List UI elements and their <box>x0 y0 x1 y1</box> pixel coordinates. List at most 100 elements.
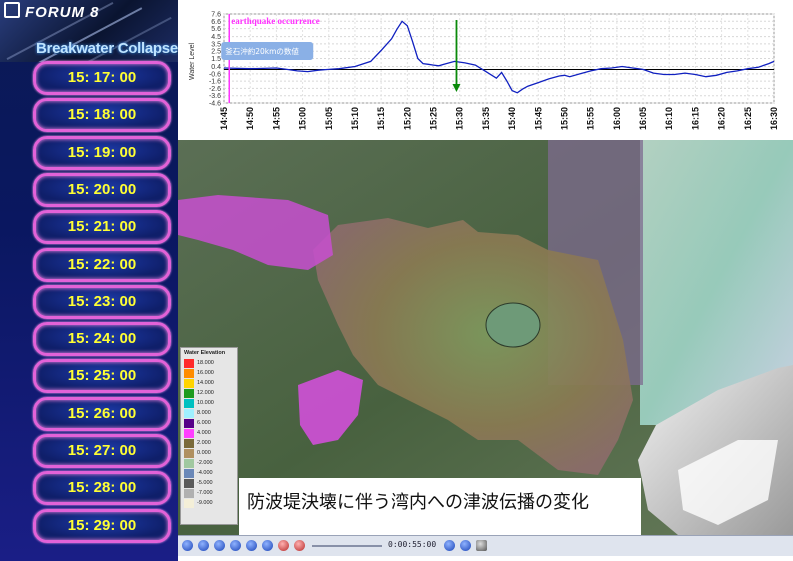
legend-row: -2.000 <box>181 458 237 468</box>
legend-label: 18.000 <box>197 360 214 366</box>
legend-row: 4.000 <box>181 428 237 438</box>
y-tick-label: -1.6 <box>209 79 221 86</box>
forum8-logo-icon <box>4 2 20 18</box>
play-icon[interactable] <box>230 540 241 551</box>
legend-title: Water Elevation <box>184 350 226 356</box>
y-tick-label: 3.5 <box>211 41 221 48</box>
time-readout: 0:00:55:00 <box>388 540 437 549</box>
zoom-out-icon[interactable] <box>460 540 471 551</box>
y-axis-label: Water Level <box>189 42 196 80</box>
legend-label: -2.000 <box>197 460 213 466</box>
legend-label: 12.000 <box>197 390 214 396</box>
legend-label: 0.000 <box>197 450 211 456</box>
legend-label: -4.000 <box>197 470 213 476</box>
bay-shoal <box>485 302 541 348</box>
legend-swatch <box>184 438 194 448</box>
x-tick-label: 15:00 <box>298 107 308 130</box>
earthquake-annotation: earthquake occurrence <box>231 16 320 26</box>
y-tick-label: 5.6 <box>211 26 221 33</box>
x-tick-label: 16:15 <box>690 107 700 130</box>
legend-swatch <box>184 388 194 398</box>
legend-label: -9.000 <box>197 500 213 506</box>
x-tick-label: 15:55 <box>586 107 596 130</box>
left-panel: FORUM 8 Breakwater Collapse 15: 17: 00 15… <box>0 0 178 561</box>
legend-swatch <box>184 428 194 438</box>
legend-swatch <box>184 378 194 388</box>
time-button-11[interactable]: 15: 28: 00 <box>33 471 171 506</box>
play-reverse-icon[interactable] <box>214 540 225 551</box>
timeline-slider[interactable] <box>312 545 382 547</box>
loop-icon[interactable] <box>294 540 305 551</box>
step-back-icon[interactable] <box>198 540 209 551</box>
panel-title: Breakwater Collapse <box>36 40 178 57</box>
x-tick-label: 16:25 <box>743 107 753 130</box>
zoom-in-icon[interactable] <box>444 540 455 551</box>
x-tick-label: 15:50 <box>559 107 569 130</box>
legend-row: 16.000 <box>181 368 237 378</box>
legend-swatch <box>184 358 194 368</box>
tsunami-map <box>178 140 793 535</box>
legend-label: 4.000 <box>197 430 211 436</box>
time-button-10[interactable]: 15: 27: 00 <box>33 434 171 468</box>
x-tick-label: 15:40 <box>507 107 517 130</box>
y-tick-label: 2.5 <box>211 49 221 56</box>
time-button-12[interactable]: 15: 29: 00 <box>33 508 171 543</box>
record-icon[interactable] <box>278 540 289 551</box>
legend-row: 10.000 <box>181 398 237 408</box>
x-tick-label: 15:15 <box>376 107 386 130</box>
legend-swatch <box>184 368 194 378</box>
y-tick-label: -3.6 <box>209 93 221 100</box>
legend-swatch <box>184 398 194 408</box>
y-tick-label: 0.4 <box>211 64 221 71</box>
x-tick-label: 15:30 <box>455 107 465 130</box>
legend-swatch <box>184 448 194 458</box>
water-elevation-legend: Water Elevation 18.000 16.000 14.000 12.000… <box>180 347 238 525</box>
legend-row: 6.000 <box>181 418 237 428</box>
legend-label: 14.000 <box>197 380 214 386</box>
playback-toolbar: 0:00:55:00 <box>178 535 793 556</box>
legend-swatch <box>184 478 194 488</box>
legend-label: 8.000 <box>197 410 211 416</box>
legend-label: 6.000 <box>197 420 211 426</box>
last-frame-icon[interactable] <box>262 540 273 551</box>
time-button-9[interactable]: 15: 26: 00 <box>33 396 171 431</box>
x-tick-label: 15:45 <box>533 107 543 130</box>
y-tick-label: 4.5 <box>211 34 221 41</box>
time-button-8[interactable]: 15: 25: 00 <box>33 359 171 394</box>
brand-logo: FORUM 8 <box>4 2 100 21</box>
step-forward-icon[interactable] <box>246 540 257 551</box>
legend-row: 2.000 <box>181 438 237 448</box>
time-button-6[interactable]: 15: 23: 00 <box>33 284 171 319</box>
time-button-4[interactable]: 15: 21: 00 <box>33 210 171 245</box>
x-tick-label: 15:25 <box>429 107 439 130</box>
legend-swatch <box>184 418 194 428</box>
x-tick-label: 14:50 <box>245 107 255 130</box>
legend-label: -5.000 <box>197 480 213 486</box>
legend-row: 14.000 <box>181 378 237 388</box>
legend-row: 8.000 <box>181 408 237 418</box>
time-button-0[interactable]: 15: 17: 00 <box>33 61 171 95</box>
legend-swatch <box>184 458 194 468</box>
chart-x-ticks: 14:45 14:50 14:55 15:00 15:05 15:10 15:15 15:20… <box>219 107 779 130</box>
map-caption: 防波堤決壊に伴う湾内への津波伝播の変化 <box>239 478 641 536</box>
x-tick-label: 14:45 <box>219 107 229 130</box>
time-button-5[interactable]: 15: 22: 00 <box>33 247 171 282</box>
x-tick-label: 16:10 <box>664 107 674 130</box>
legend-label: 16.000 <box>197 370 214 376</box>
x-tick-label: 16:05 <box>638 107 648 130</box>
legend-row: 0.000 <box>181 448 237 458</box>
time-button-1[interactable]: 15: 18: 00 <box>33 98 171 133</box>
legend-label: 10.000 <box>197 400 214 406</box>
x-tick-label: 16:20 <box>717 107 727 130</box>
x-tick-label: 16:30 <box>769 107 779 130</box>
legend-swatch <box>184 488 194 498</box>
first-frame-icon[interactable] <box>182 540 193 551</box>
time-button-7[interactable]: 15: 24: 00 <box>33 322 171 357</box>
y-tick-label: -2.6 <box>209 86 221 93</box>
time-button-2[interactable]: 15: 19: 00 <box>33 135 171 170</box>
y-tick-label: 1.5 <box>211 56 221 63</box>
time-button-3[interactable]: 15: 20: 00 <box>33 172 171 207</box>
settings-icon[interactable] <box>476 540 487 551</box>
x-tick-label: 14:55 <box>271 107 281 130</box>
y-tick-label: 6.6 <box>211 19 221 26</box>
